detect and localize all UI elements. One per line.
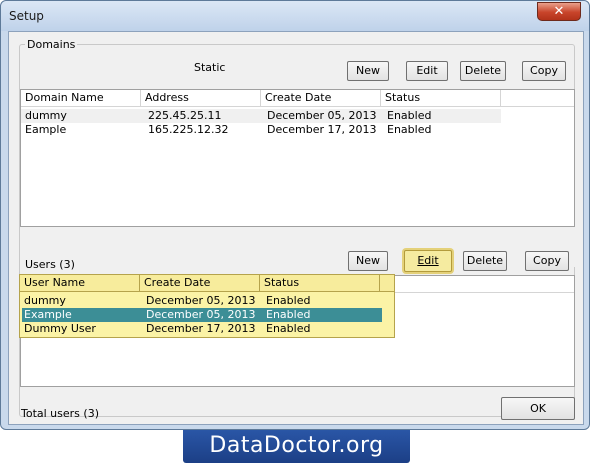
users-list-highlight: User Name Create Date Status dummy Decem… bbox=[19, 274, 395, 338]
title-bar[interactable]: Setup ✕ bbox=[1, 1, 589, 31]
address-cell: 225.45.25.11 bbox=[148, 109, 222, 122]
column-header-status[interactable]: Status bbox=[260, 275, 380, 292]
user-new-button[interactable]: New bbox=[348, 251, 388, 271]
user-name-cell: Example bbox=[24, 308, 72, 321]
domain-delete-button[interactable]: Delete bbox=[460, 61, 506, 81]
column-header-domain-name[interactable]: Domain Name bbox=[21, 90, 141, 107]
user-delete-button[interactable]: Delete bbox=[463, 251, 507, 271]
total-users-label: Total users (3) bbox=[21, 407, 99, 420]
domain-name-cell: Eample bbox=[25, 123, 67, 136]
domains-list-header: Domain Name Address Create Date Status bbox=[21, 90, 574, 107]
domain-edit-button[interactable]: Edit bbox=[406, 61, 448, 81]
table-row[interactable]: Dummy User December 17, 2013 Enabled bbox=[20, 322, 382, 336]
users-list-columns: User Name Create Date Status bbox=[20, 275, 394, 292]
domains-list[interactable]: Domain Name Address Create Date Status d… bbox=[20, 89, 575, 227]
setup-window: Setup ✕ Static New Edit Delete Copy Doma… bbox=[0, 0, 590, 430]
domain-name-cell: dummy bbox=[25, 109, 67, 122]
users-count-label: Users (3) bbox=[25, 258, 75, 271]
user-name-cell: dummy bbox=[24, 294, 66, 307]
table-row[interactable]: dummy December 05, 2013 Enabled bbox=[20, 294, 382, 308]
domains-group-label: Domains bbox=[25, 38, 78, 51]
create-date-cell: December 17, 2013 bbox=[146, 322, 256, 335]
column-header-create-date[interactable]: Create Date bbox=[140, 275, 260, 292]
close-button[interactable]: ✕ bbox=[537, 2, 581, 21]
status-cell: Enabled bbox=[387, 109, 432, 122]
column-header-user-name[interactable]: User Name bbox=[20, 275, 140, 292]
user-edit-button[interactable]: Edit bbox=[404, 250, 452, 272]
column-header-address[interactable]: Address bbox=[141, 90, 261, 107]
create-date-cell: December 05, 2013 bbox=[146, 308, 256, 321]
user-edit-button-label: Edit bbox=[417, 254, 439, 267]
status-cell: Enabled bbox=[266, 308, 311, 321]
column-header-status[interactable]: Status bbox=[381, 90, 501, 107]
domains-groupbox: Static New Edit Delete Copy Domain Name … bbox=[19, 44, 575, 420]
create-date-cell: December 05, 2013 bbox=[267, 109, 377, 122]
domain-copy-button[interactable]: Copy bbox=[522, 61, 566, 81]
ok-button[interactable]: OK bbox=[501, 397, 575, 420]
user-copy-button[interactable]: Copy bbox=[525, 251, 569, 271]
table-row[interactable]: dummy 225.45.25.11 December 05, 2013 Ena… bbox=[21, 109, 501, 123]
status-cell: Enabled bbox=[266, 294, 311, 307]
address-cell: 165.225.12.32 bbox=[148, 123, 229, 136]
datadoctor-banner: DataDoctor.org bbox=[183, 430, 410, 463]
create-date-cell: December 05, 2013 bbox=[146, 294, 256, 307]
user-name-cell: Dummy User bbox=[24, 322, 96, 335]
static-label: Static bbox=[194, 61, 226, 74]
close-icon: ✕ bbox=[553, 4, 565, 19]
dialog-client-area: Static New Edit Delete Copy Domain Name … bbox=[8, 31, 584, 425]
status-cell: Enabled bbox=[387, 123, 432, 136]
column-header-create-date[interactable]: Create Date bbox=[261, 90, 381, 107]
status-cell: Enabled bbox=[266, 322, 311, 335]
table-row[interactable]: Eample 165.225.12.32 December 17, 2013 E… bbox=[21, 123, 501, 137]
domain-new-button[interactable]: New bbox=[347, 61, 389, 81]
create-date-cell: December 17, 2013 bbox=[267, 123, 377, 136]
table-row-selected[interactable]: Example December 05, 2013 Enabled bbox=[22, 308, 382, 322]
window-title: Setup bbox=[9, 9, 44, 23]
